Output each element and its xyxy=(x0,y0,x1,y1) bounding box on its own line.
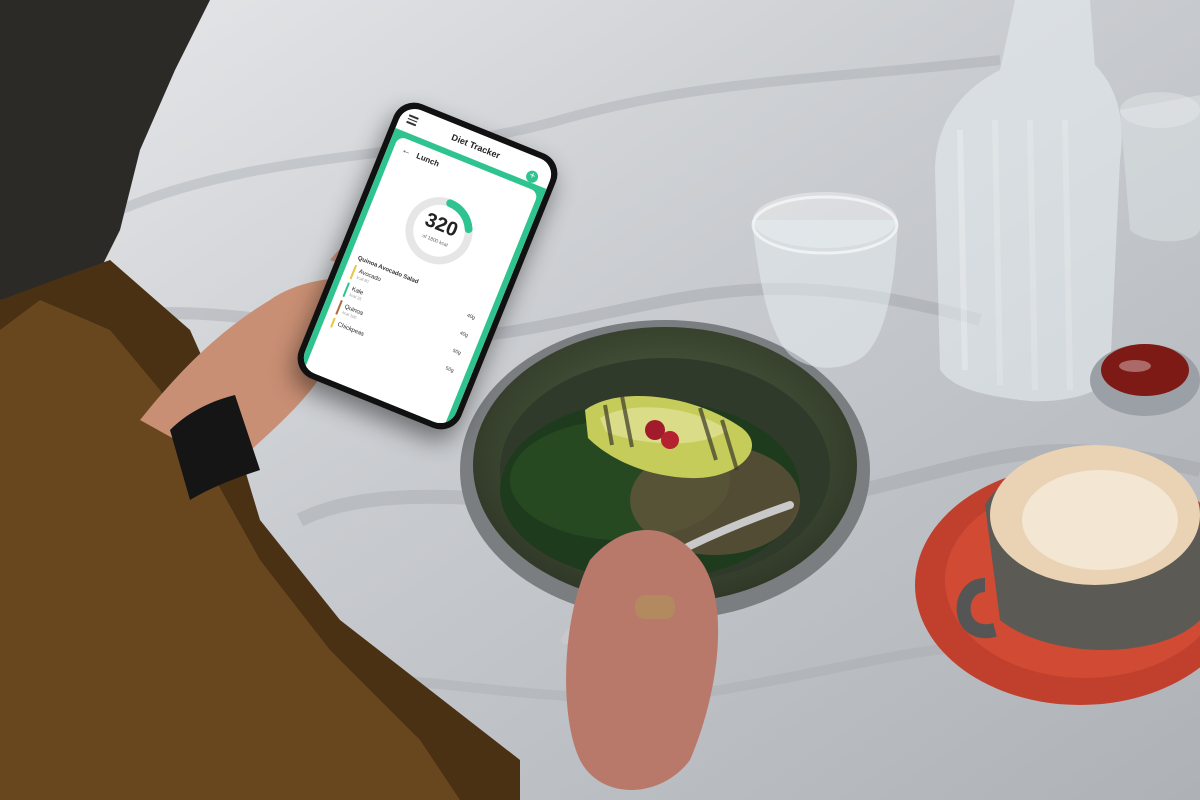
item-qty: 50g xyxy=(444,365,455,375)
meal-items: Avocado kcal 80 40g Kale kcal 25 40g Qui… xyxy=(329,264,481,381)
back-arrow-icon[interactable]: ← xyxy=(400,144,413,158)
lunch-label: Lunch xyxy=(414,151,441,169)
item-qty: 40g xyxy=(458,330,469,339)
background-photo xyxy=(0,0,1200,800)
hamburger-menu-icon[interactable] xyxy=(406,114,419,126)
item-qty: 50g xyxy=(451,347,462,357)
item-qty: 40g xyxy=(465,312,476,322)
calorie-ring: 320 of 1800 kcal xyxy=(388,180,490,282)
